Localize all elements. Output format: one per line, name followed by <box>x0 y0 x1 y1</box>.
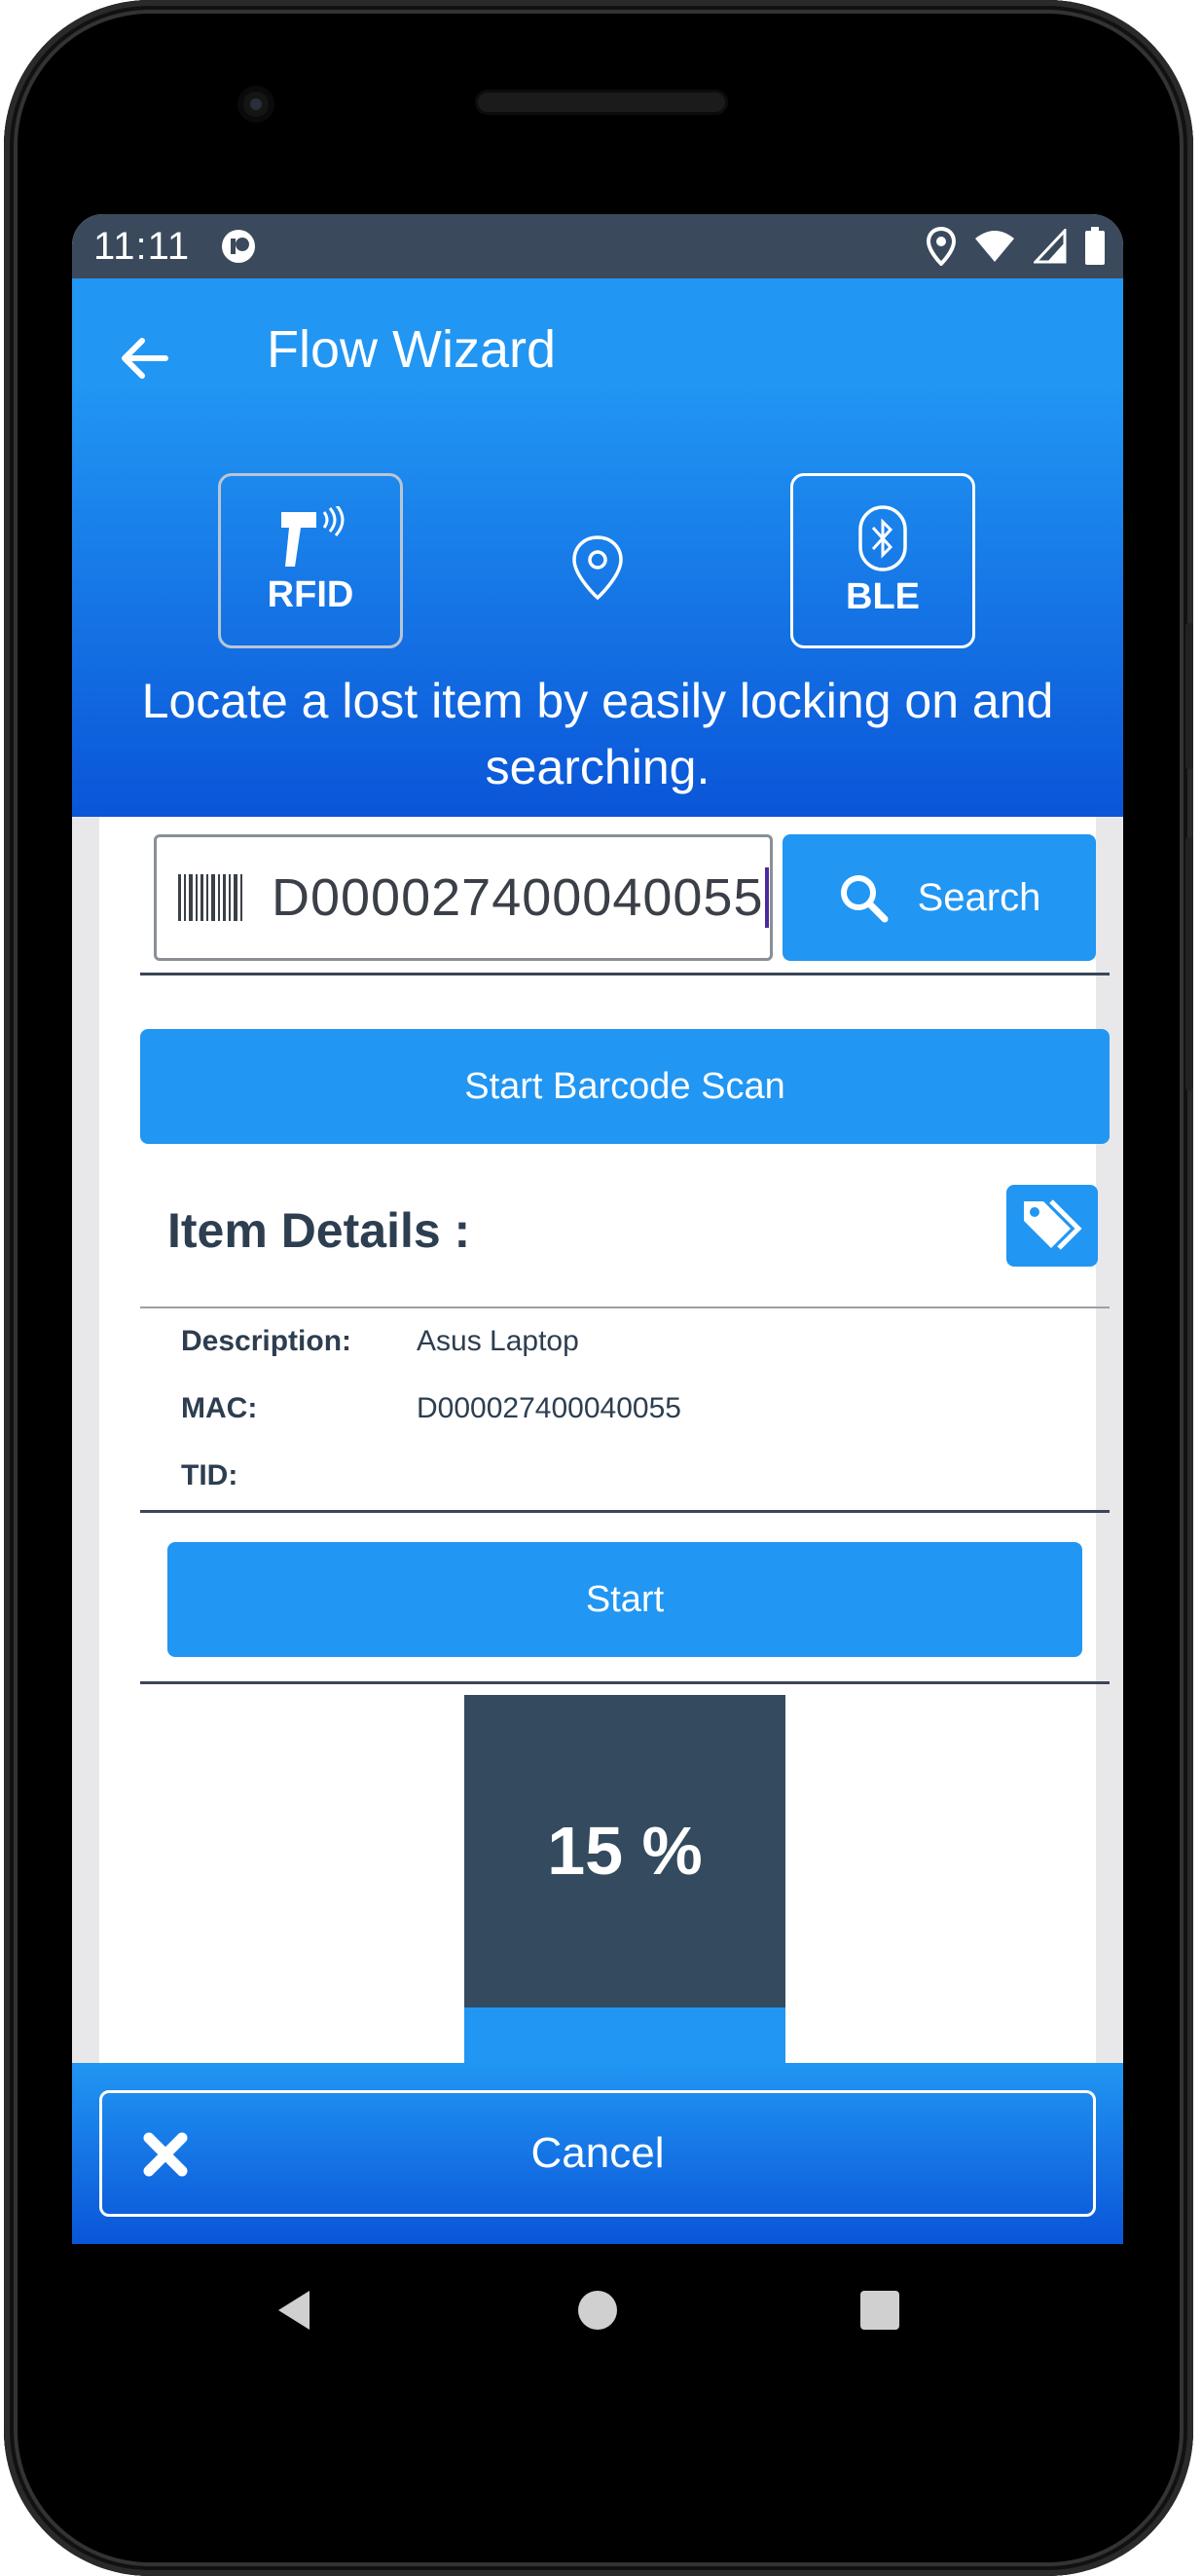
back-arrow-icon[interactable] <box>113 327 175 389</box>
bluetooth-icon <box>858 504 907 571</box>
signal-strength-meter: 15 % <box>464 1695 785 2063</box>
battery-icon <box>1085 227 1105 265</box>
page-title: Flow Wizard <box>267 320 557 379</box>
tags-icon <box>1024 1199 1082 1250</box>
status-bar: 11:11 <box>72 214 1123 278</box>
side-button <box>1185 623 1193 769</box>
search-value: D000027400040055 <box>272 868 764 927</box>
tid-label: TID: <box>181 1459 238 1491</box>
footer-bar: Cancel <box>72 2063 1123 2244</box>
description-value: Asus Laptop <box>417 1325 579 1357</box>
rfid-mode-button[interactable]: RFID <box>218 473 403 648</box>
location-icon <box>927 227 956 266</box>
rfid-scanner-icon <box>281 505 345 567</box>
volume-button <box>1185 837 1193 1090</box>
nav-home-icon[interactable] <box>568 2281 627 2339</box>
status-time: 11:11 <box>93 224 191 268</box>
app-notification-icon <box>222 230 256 263</box>
start-barcode-scan-button[interactable]: Start Barcode Scan <box>140 1029 1110 1144</box>
close-icon <box>143 2132 188 2177</box>
divider <box>140 1306 1110 1308</box>
phone-frame: 11:11 Flow Wizard RFID BLE Locate a lost… <box>4 0 1193 2576</box>
nav-recents-icon[interactable] <box>851 2281 909 2339</box>
mac-value: D000027400040055 <box>417 1392 681 1424</box>
app-header: Flow Wizard RFID BLE Locate a lost item … <box>72 278 1123 817</box>
location-pin-icon <box>572 535 623 601</box>
ble-mode-label: BLE <box>846 575 920 617</box>
item-details-title: Item Details : <box>167 1203 471 1258</box>
description-label: Description: <box>181 1325 352 1357</box>
divider <box>140 1681 1110 1684</box>
divider <box>140 1510 1110 1513</box>
search-input[interactable]: D000027400040055 <box>154 834 773 961</box>
search-button[interactable]: Search <box>783 834 1096 961</box>
nav-back-icon[interactable] <box>265 2281 323 2339</box>
screen: 11:11 Flow Wizard RFID BLE Locate a lost… <box>72 214 1123 2244</box>
tag-button[interactable] <box>1006 1185 1098 1267</box>
content-area: D000027400040055 Search Start Barcode Sc… <box>72 817 1123 2063</box>
text-cursor <box>765 867 770 928</box>
signal-icon <box>1034 229 1067 264</box>
cancel-label: Cancel <box>530 2129 665 2177</box>
ble-mode-button[interactable]: BLE <box>790 473 975 648</box>
content-card: D000027400040055 Search Start Barcode Sc… <box>99 817 1110 2063</box>
system-nav-bar <box>72 2244 1123 2380</box>
rfid-mode-label: RFID <box>267 573 354 615</box>
wifi-icon <box>975 231 1014 262</box>
earpiece-speaker <box>475 90 728 115</box>
start-button[interactable]: Start <box>167 1542 1082 1657</box>
search-icon <box>840 875 889 923</box>
tagline: Locate a lost item by easily locking on … <box>141 674 1054 794</box>
cancel-button[interactable]: Cancel <box>99 2090 1096 2217</box>
mac-label: MAC: <box>181 1392 258 1424</box>
barcode-icon <box>178 874 242 921</box>
divider <box>140 973 1110 975</box>
search-button-label: Search <box>917 875 1041 919</box>
meter-percent: 15 % <box>547 1813 703 1889</box>
front-camera <box>237 86 274 123</box>
meter-fill <box>464 2007 785 2063</box>
